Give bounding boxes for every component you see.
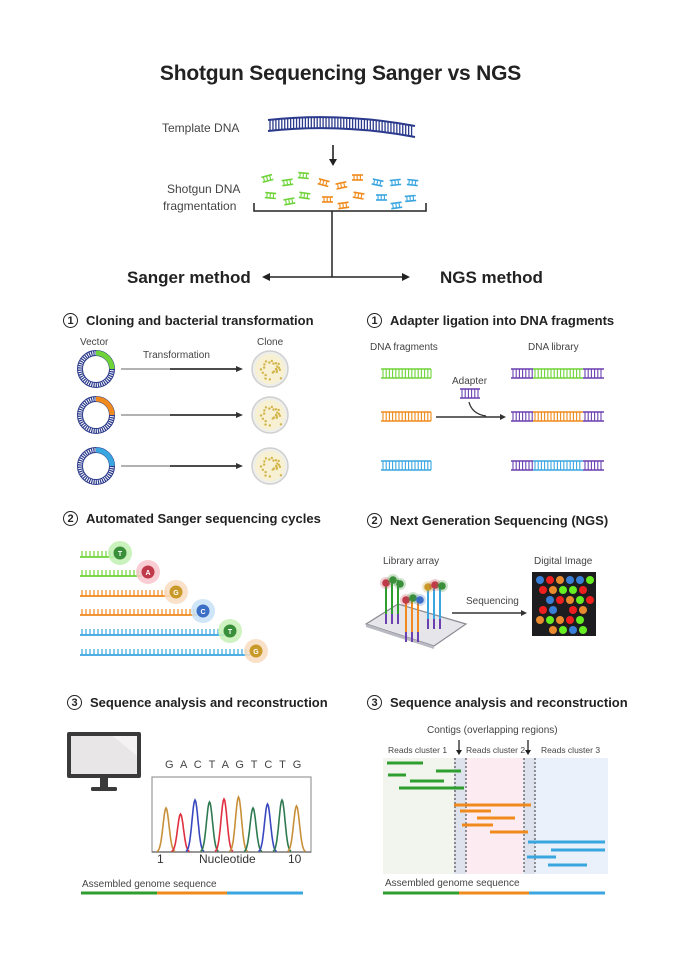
contig-arrow-icon — [525, 740, 531, 755]
contig-arrow-icon — [456, 740, 462, 755]
reads-assembly-diagram — [383, 740, 608, 895]
contig-overlap-1 — [454, 758, 466, 874]
